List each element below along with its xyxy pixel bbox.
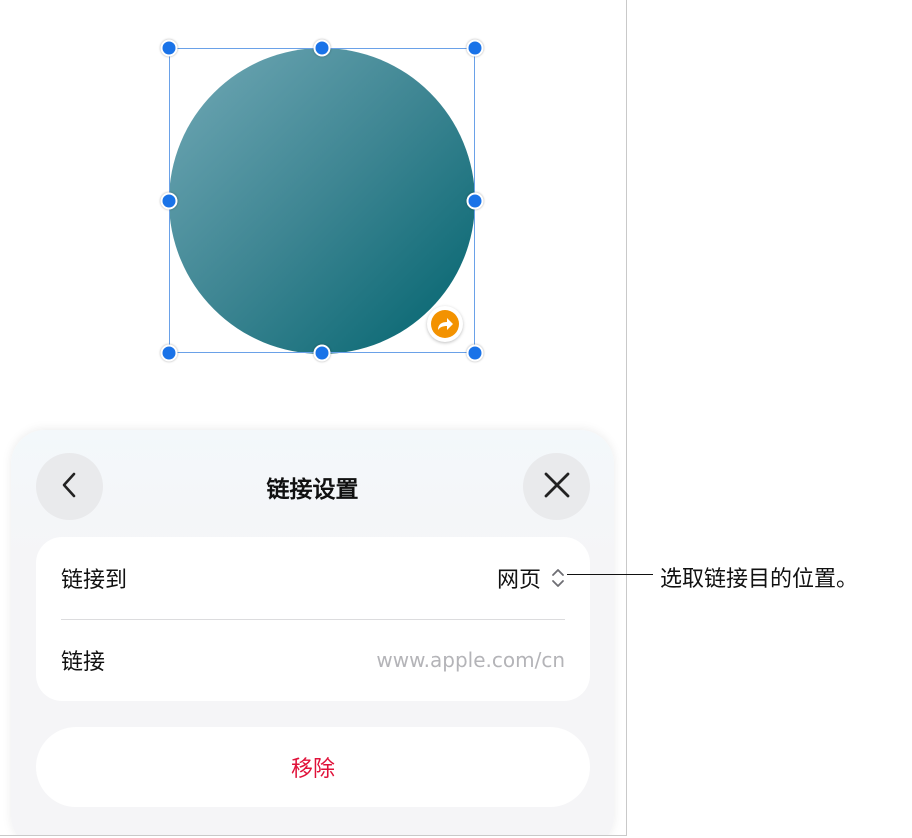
- callout-line: [567, 574, 653, 575]
- resize-handle-top-right[interactable]: [466, 39, 484, 57]
- link-to-popup[interactable]: 网页: [497, 562, 565, 594]
- link-settings-sheet: 链接设置 链接到 网页 链接 www.apple.com/cn 移除: [11, 430, 614, 835]
- resize-handle-bottom-right[interactable]: [466, 344, 484, 362]
- link-label: 链接: [61, 650, 106, 675]
- document-canvas: [0, 0, 626, 430]
- close-button[interactable]: [523, 453, 590, 520]
- chevron-up-down-icon: [551, 567, 565, 589]
- link-row: 链接: [61, 619, 565, 701]
- resize-handle-top[interactable]: [313, 39, 331, 57]
- callout-text: 选取链接目的位置。: [660, 567, 859, 592]
- url-input[interactable]: [265, 648, 565, 672]
- resize-handle-right[interactable]: [466, 192, 484, 210]
- resize-handle-top-left[interactable]: [160, 39, 178, 57]
- resize-handle-bottom[interactable]: [313, 344, 331, 362]
- close-icon: [543, 471, 571, 503]
- link-to-value: 网页: [496, 568, 541, 593]
- resize-handle-left[interactable]: [160, 192, 178, 210]
- link-badge[interactable]: [427, 306, 463, 342]
- selection-frame: [169, 48, 475, 353]
- device-screen: 链接设置 链接到 网页 链接 www.apple.com/cn 移除: [0, 0, 627, 836]
- link-options-card: 链接到 网页 链接: [36, 537, 590, 701]
- remove-link-button[interactable]: 移除: [36, 727, 590, 807]
- link-arrow-icon: [431, 310, 459, 338]
- link-to-label: 链接到: [61, 568, 128, 593]
- link-to-row[interactable]: 链接到 网页: [61, 537, 565, 619]
- resize-handle-bottom-left[interactable]: [160, 344, 178, 362]
